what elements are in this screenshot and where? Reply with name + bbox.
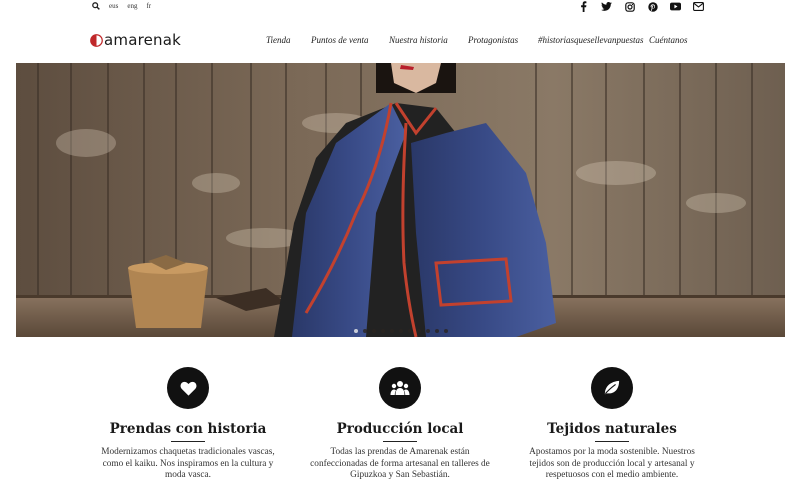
youtube-icon[interactable] (670, 1, 681, 12)
slider-dot[interactable] (425, 329, 430, 333)
slider-dots (16, 329, 785, 333)
language-eus[interactable]: eus (109, 2, 118, 10)
feature-text: Modernizamos chaquetas tradicionales vas… (101, 447, 275, 481)
brand-name: amarenak (104, 31, 182, 49)
top-bar: eus eng fr (0, 0, 800, 16)
nav-item-puntos-de-venta[interactable]: Puntos de venta (311, 35, 389, 45)
hero-slider[interactable] (16, 63, 785, 337)
feature-title: Producción local (336, 421, 464, 437)
people-icon (379, 367, 421, 409)
hero-image (16, 63, 785, 337)
logo-mark-icon (90, 33, 103, 47)
slider-dot[interactable] (398, 329, 403, 333)
brand-logo[interactable]: amarenak (90, 31, 181, 49)
slider-dot[interactable] (371, 329, 376, 333)
nav-item-historias[interactable]: #historiasquesellevanpuestas (538, 35, 649, 45)
feature-title: Prendas con historia (109, 421, 267, 437)
nav-item-protagonistas[interactable]: Protagonistas (468, 35, 538, 45)
slider-dot[interactable] (353, 329, 358, 333)
slider-dot[interactable] (434, 329, 439, 333)
mail-icon[interactable] (693, 1, 704, 12)
slider-dot[interactable] (362, 329, 367, 333)
slider-dot[interactable] (443, 329, 448, 333)
feature-tejidos: Tejidos naturales Apostamos por la moda … (517, 367, 707, 482)
facebook-icon[interactable] (578, 1, 589, 12)
feature-produccion: Producción local Todas las prendas de Am… (305, 367, 495, 482)
leaf-icon (591, 367, 633, 409)
language-switcher: eus eng fr (92, 2, 151, 10)
instagram-icon[interactable] (624, 1, 635, 12)
twitter-icon[interactable] (601, 1, 612, 12)
nav-item-cuentanos[interactable]: Cuéntanos (649, 35, 688, 45)
slider-dot[interactable] (407, 329, 412, 333)
heart-icon (167, 367, 209, 409)
language-eng[interactable]: eng (127, 2, 137, 10)
slider-dot[interactable] (416, 329, 421, 333)
main-nav: Tienda Puntos de venta Nuestra historia … (266, 35, 688, 45)
feature-title: Tejidos naturales (547, 421, 677, 437)
nav-item-tienda[interactable]: Tienda (266, 35, 311, 45)
nav-item-nuestra-historia[interactable]: Nuestra historia (389, 35, 468, 45)
pinterest-icon[interactable] (647, 1, 658, 12)
title-underline (383, 441, 417, 442)
slider-dot[interactable] (389, 329, 394, 333)
social-links (578, 1, 704, 12)
title-underline (171, 441, 205, 442)
feature-text: Todas las prendas de Amarenak están conf… (310, 447, 490, 481)
language-fr[interactable]: fr (146, 2, 151, 10)
title-underline (595, 441, 629, 442)
feature-text: Apostamos por la moda sostenible. Nuestr… (529, 447, 695, 481)
search-icon[interactable] (92, 2, 100, 10)
slider-dot[interactable] (380, 329, 385, 333)
feature-prendas: Prendas con historia Modernizamos chaque… (93, 367, 283, 482)
